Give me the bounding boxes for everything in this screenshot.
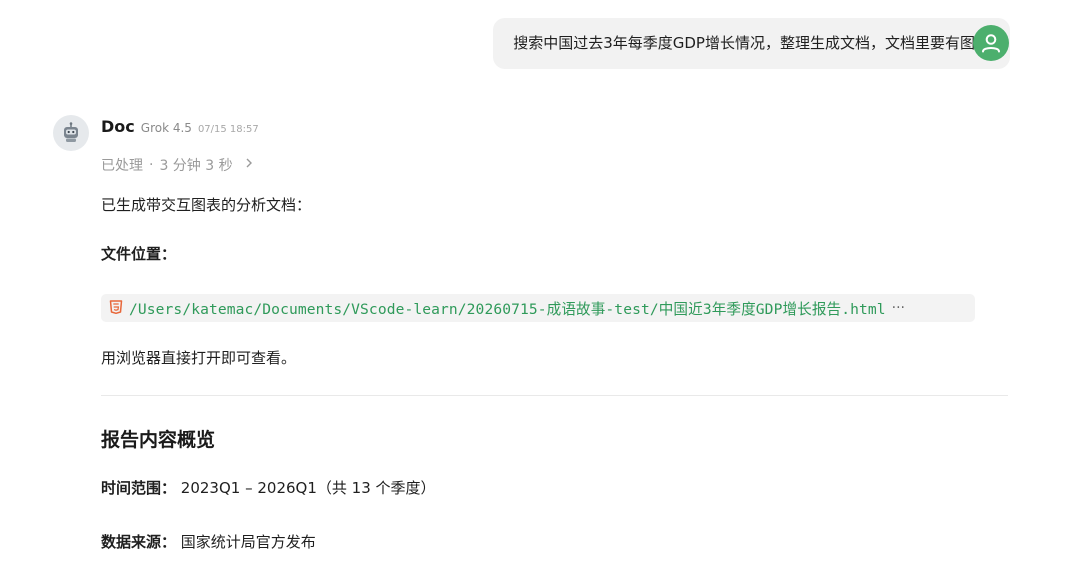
divider: [101, 395, 1008, 396]
open-hint-text: 用浏览器直接打开即可查看。: [101, 349, 297, 367]
status-label: 已处理: [101, 158, 143, 174]
more-options-icon[interactable]: ···: [892, 300, 905, 316]
user-message: 搜索中国过去3年每季度GDP增长情况，整理生成文档，文档里要有图表: [493, 18, 1010, 69]
file-path[interactable]: /Users/katemac/Documents/VScode-learn/20…: [129, 298, 886, 319]
time-range-row: 时间范围： 2023Q1 – 2026Q1（共 13 个季度）: [101, 477, 436, 498]
status-duration: 3 分钟 3 秒: [159, 158, 233, 174]
user-avatar[interactable]: [973, 25, 1009, 61]
bot-avatar[interactable]: [53, 115, 89, 151]
file-path-box[interactable]: /Users/katemac/Documents/VScode-learn/20…: [101, 294, 975, 322]
processing-status[interactable]: 已处理 · 3 分钟 3 秒: [101, 155, 253, 175]
bot-model: Grok 4.5: [140, 121, 192, 135]
time-range-label: 时间范围：: [101, 479, 177, 497]
intro-text: 已生成带交互图表的分析文档：: [101, 196, 312, 214]
chevron-right-icon[interactable]: [245, 157, 253, 173]
status-separator: ·: [149, 157, 154, 173]
data-source-row: 数据来源： 国家统计局官方发布: [101, 531, 316, 552]
user-icon: [982, 34, 1000, 53]
html5-icon: [109, 299, 123, 318]
message-timestamp: 07/15 18:57: [197, 124, 259, 135]
section-title: 报告内容概览: [101, 429, 216, 451]
file-location-label: 文件位置：: [101, 245, 177, 263]
robot-icon: [64, 122, 78, 142]
data-source-label: 数据来源：: [101, 533, 177, 551]
time-range-value: 2023Q1 – 2026Q1（共 13 个季度）: [180, 479, 436, 497]
bot-header: Doc Grok 4.5 07/15 18:57: [101, 117, 259, 136]
user-message-text: 搜索中国过去3年每季度GDP增长情况，整理生成文档，文档里要有图表: [493, 18, 1010, 69]
bot-name: Doc: [101, 117, 135, 136]
data-source-value: 国家统计局官方发布: [180, 533, 316, 551]
